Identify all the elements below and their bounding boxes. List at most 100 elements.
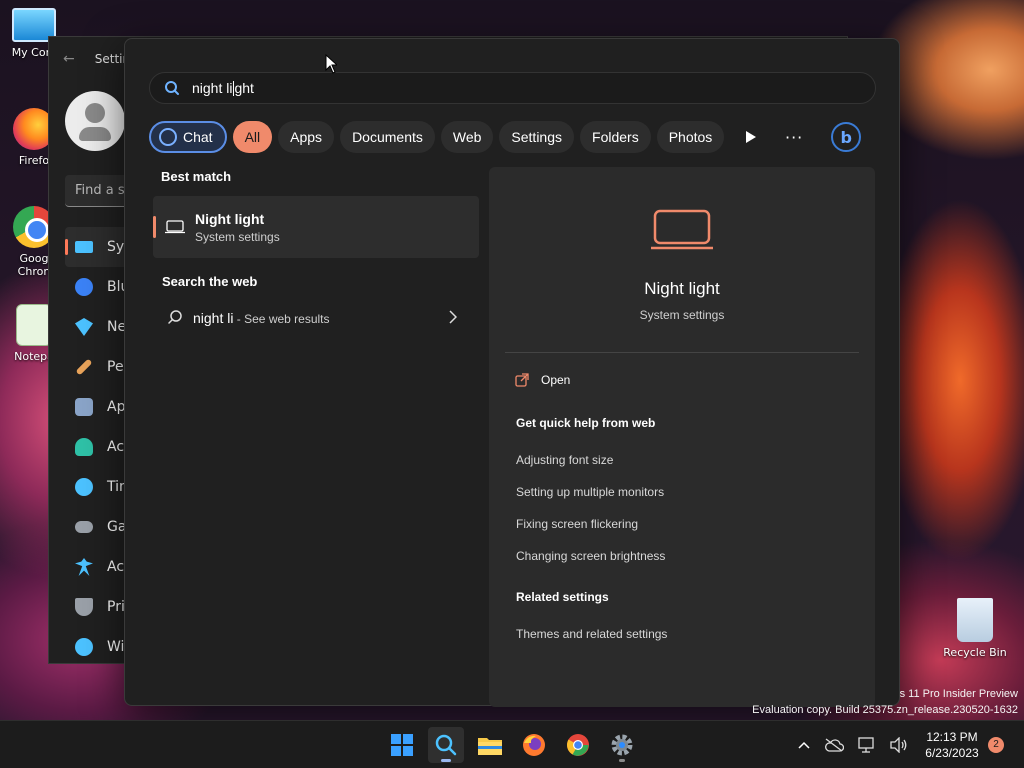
volume-icon[interactable] xyxy=(890,737,908,753)
quick-help-link[interactable]: Fixing screen flickering xyxy=(516,517,638,531)
filter-label: Settings xyxy=(511,129,563,145)
firefox-icon xyxy=(523,734,545,756)
network-monitor-icon[interactable] xyxy=(858,737,876,753)
filter-label: Web xyxy=(452,129,482,145)
recycle-bin-icon xyxy=(957,598,993,642)
notification-badge[interactable]: 2 xyxy=(988,737,1004,753)
bing-icon[interactable]: b xyxy=(831,122,862,152)
shield-icon xyxy=(75,598,93,616)
filter-label: All xyxy=(244,129,261,145)
best-match-heading: Best match xyxy=(161,169,232,184)
chevron-up-icon[interactable] xyxy=(798,741,810,749)
best-match-result[interactable]: Night light System settings xyxy=(153,196,479,258)
sidebar-item-label: Pri xyxy=(107,599,125,615)
gear-icon xyxy=(611,734,633,756)
chevron-right-icon xyxy=(449,310,457,324)
search-input[interactable]: night li ght xyxy=(149,72,876,104)
filter-folders[interactable]: Folders xyxy=(580,121,651,153)
watermark-line: s 11 Pro Insider Preview xyxy=(899,688,1018,700)
laptop-icon xyxy=(651,209,713,250)
brush-icon xyxy=(75,358,93,376)
windows-logo-icon xyxy=(391,734,413,756)
mouse-cursor-icon xyxy=(325,54,337,74)
filter-label: Documents xyxy=(352,129,423,145)
filter-label: Apps xyxy=(290,129,323,145)
desktop-icon-label: Recycle Bin xyxy=(943,646,1007,659)
related-settings-link[interactable]: Themes and related settings xyxy=(516,627,667,641)
avatar[interactable] xyxy=(65,91,125,151)
search-query-text-rest: ght xyxy=(234,80,254,96)
web-query-text: night li xyxy=(193,309,234,326)
filter-documents[interactable]: Documents xyxy=(340,121,435,153)
folder-icon xyxy=(478,738,502,755)
notepad-icon xyxy=(16,304,52,346)
evaluation-watermark: s 11 Pro Insider Preview Evaluation copy… xyxy=(752,686,1018,718)
taskbar-chrome[interactable] xyxy=(560,727,596,763)
watermark-line: Evaluation copy. Build 25375.zn_release.… xyxy=(752,704,1018,716)
quick-help-heading: Get quick help from web xyxy=(516,416,656,430)
quick-help-link[interactable]: Changing screen brightness xyxy=(516,549,665,563)
more-options-button[interactable]: ··· xyxy=(785,128,803,147)
open-button[interactable]: Open xyxy=(515,373,570,387)
taskbar-settings[interactable] xyxy=(604,727,640,763)
sidebar-item-label: Ac xyxy=(107,559,125,575)
bing-chat-icon xyxy=(159,128,177,146)
search-icon xyxy=(435,734,457,756)
update-icon xyxy=(75,638,93,656)
chrome-icon xyxy=(567,734,589,756)
laptop-icon xyxy=(165,220,185,234)
sidebar-item-label: Wi xyxy=(107,639,125,655)
web-results-hint: - See web results xyxy=(233,311,330,326)
start-button[interactable] xyxy=(384,727,420,763)
filter-label: Photos xyxy=(668,129,713,145)
search-panel: night li ght Chat All Apps Documents Web … xyxy=(124,38,900,707)
play-icon[interactable] xyxy=(745,130,757,144)
search-query-text: night li xyxy=(192,80,233,96)
quick-help-link[interactable]: Setting up multiple monitors xyxy=(516,485,664,499)
search-web-heading: Search the web xyxy=(162,274,258,289)
apps-icon xyxy=(75,398,93,416)
system-tray xyxy=(798,721,908,768)
back-arrow-icon[interactable]: ← xyxy=(63,51,75,67)
open-external-icon xyxy=(515,373,529,387)
quick-help-link[interactable]: Adjusting font size xyxy=(516,453,613,467)
detail-title: Night light xyxy=(644,279,720,298)
web-search-result[interactable]: night li - See web results xyxy=(153,299,479,335)
filter-label: Folders xyxy=(592,129,639,145)
results-list: Best match Night light System settings S… xyxy=(153,169,479,335)
cloud-offline-icon[interactable] xyxy=(824,738,844,752)
person-icon xyxy=(75,438,93,456)
detail-subtitle: System settings xyxy=(639,308,725,322)
related-settings-heading: Related settings xyxy=(516,590,609,604)
bluetooth-icon xyxy=(75,278,93,296)
taskbar-clock[interactable]: 12:13 PM 6/23/2023 xyxy=(916,729,988,761)
taskbar-firefox[interactable] xyxy=(516,727,552,763)
best-match-subtitle: System settings xyxy=(195,229,280,244)
search-icon xyxy=(168,310,182,324)
filter-settings[interactable]: Settings xyxy=(499,121,575,153)
taskbar-file-explorer[interactable] xyxy=(472,727,508,763)
clock-date: 6/23/2023 xyxy=(925,746,979,760)
filter-photos[interactable]: Photos xyxy=(656,121,725,153)
accessibility-icon xyxy=(75,558,93,576)
desktop-icon-recycle-bin[interactable]: Recycle Bin xyxy=(942,598,1008,659)
filter-web[interactable]: Web xyxy=(440,121,494,153)
best-match-title: Night light xyxy=(195,210,265,227)
filter-apps[interactable]: Apps xyxy=(278,121,335,153)
gamepad-icon xyxy=(75,521,93,533)
search-icon xyxy=(165,81,179,95)
sidebar-item-label: Ac xyxy=(107,439,125,455)
open-label: Open xyxy=(541,373,571,387)
taskbar: 12:13 PM 6/23/2023 2 xyxy=(0,720,1024,768)
result-detail-pane: Night light System settings Open Get qui… xyxy=(489,167,875,707)
filter-extra-controls: ··· b xyxy=(745,120,862,154)
clock-time: 12:13 PM xyxy=(926,730,978,744)
clock-globe-icon xyxy=(75,478,93,496)
filter-chat[interactable]: Chat xyxy=(149,121,227,153)
monitor-icon xyxy=(75,241,93,253)
filter-all[interactable]: All xyxy=(232,121,273,153)
divider xyxy=(505,352,859,353)
taskbar-search-button[interactable] xyxy=(428,727,464,763)
wifi-icon xyxy=(75,318,93,336)
filter-label: Chat xyxy=(183,129,213,145)
